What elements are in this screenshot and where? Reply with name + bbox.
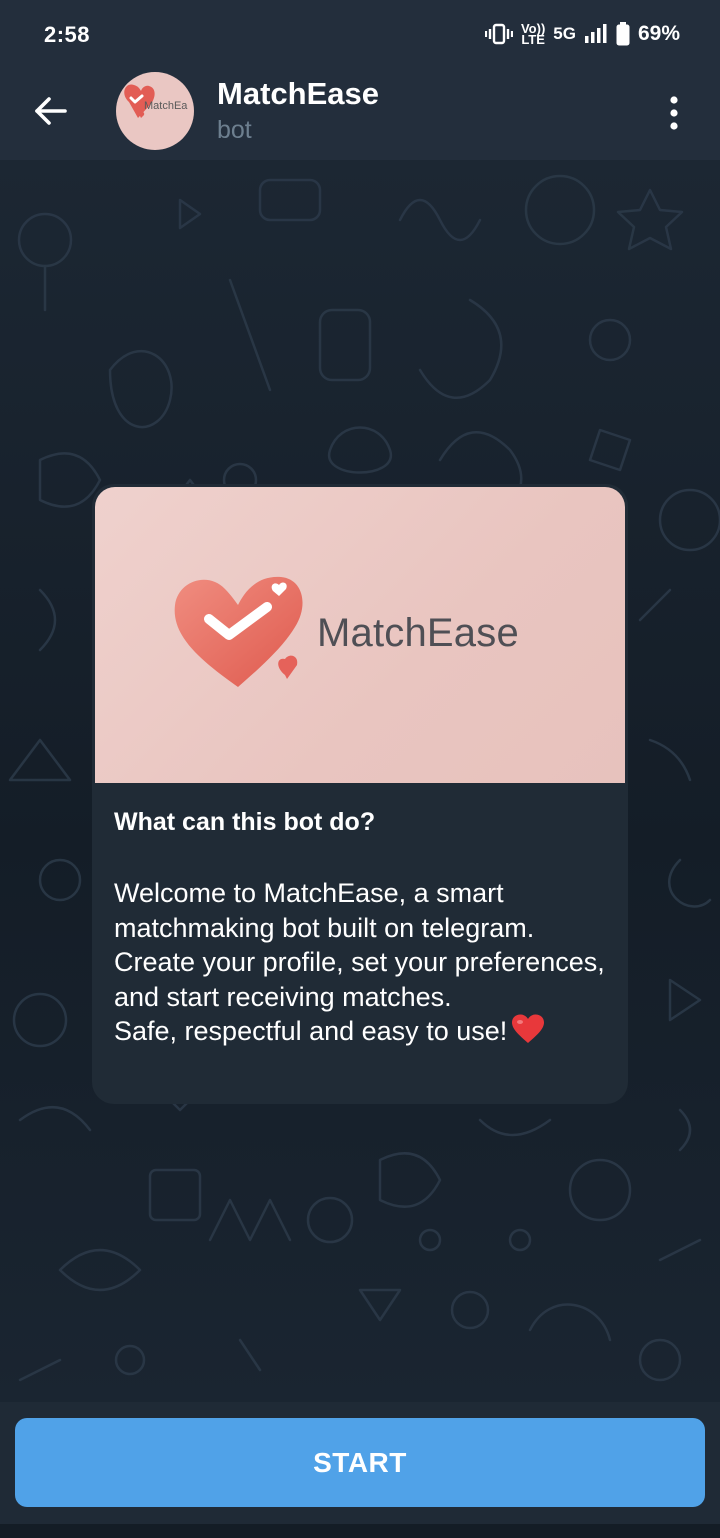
chat-title[interactable]: MatchEase: [217, 76, 379, 112]
bot-avatar[interactable]: MatchEa: [116, 72, 194, 150]
bot-card-heading: What can this bot do?: [114, 808, 376, 836]
more-vertical-icon: [670, 96, 678, 130]
more-options-button[interactable]: [654, 88, 694, 138]
volte-bottom-text: LTE: [521, 32, 545, 47]
bot-card-description: Welcome to MatchEase, a smart matchmakin…: [114, 876, 614, 1053]
back-button[interactable]: [26, 86, 76, 136]
description-line-3-text: Safe, respectful and easy to use!: [114, 1016, 508, 1046]
description-line-3: Safe, respectful and easy to use!: [114, 1014, 614, 1053]
battery-icon: [616, 22, 630, 46]
status-time: 2:58: [44, 22, 91, 47]
red-heart-emoji-icon: [511, 1014, 545, 1053]
banner-logo-text: MatchEase: [317, 611, 519, 655]
avatar-brand-text: MatchEa: [144, 100, 188, 112]
battery-percent: 69%: [637, 22, 680, 45]
back-arrow-icon: [35, 97, 67, 125]
navigation-gesture-bar: [0, 1524, 720, 1538]
volte-indicator: Vo)) LTE: [521, 22, 545, 47]
heart-logo-icon: [174, 576, 303, 687]
chat-header: MatchEa MatchEase bot: [0, 72, 720, 160]
bot-info-card: MatchEase What can this bot do? Welcome …: [92, 484, 628, 1104]
signal-icon: [584, 23, 608, 45]
description-line-2: Create your profile, set your preference…: [114, 947, 605, 1012]
vibrate-icon: [484, 23, 513, 45]
status-icons: Vo)) LTE 5G 69%: [484, 22, 680, 47]
bot-banner-image: MatchEase: [95, 487, 625, 783]
start-button[interactable]: START: [15, 1418, 705, 1507]
description-line-1: Welcome to MatchEase, a smart matchmakin…: [114, 878, 535, 943]
telegram-bot-chat-screen: 2:58 Vo)) LTE 5G 69% MatchEa MatchEase b…: [0, 0, 720, 1538]
chat-subtitle: bot: [217, 116, 252, 144]
status-bar: 2:58 Vo)) LTE 5G 69%: [0, 0, 720, 72]
network-type: 5G: [553, 24, 576, 43]
bottom-bar: START: [0, 1402, 720, 1538]
